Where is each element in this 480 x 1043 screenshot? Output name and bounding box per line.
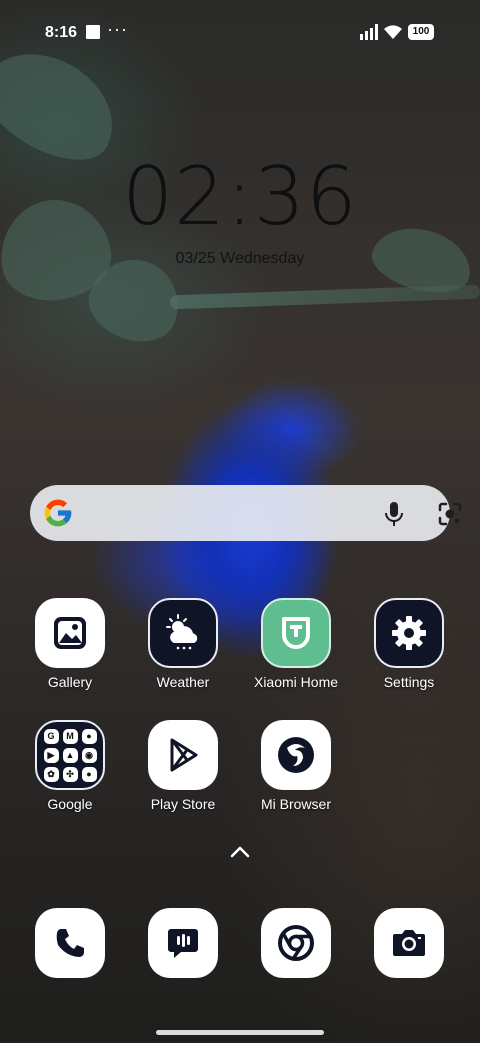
gear-icon xyxy=(374,598,444,668)
app-label: Mi Browser xyxy=(260,796,331,812)
app-label: Weather xyxy=(156,674,210,690)
maps-app-icon: ● xyxy=(81,728,97,744)
chevron-up-icon[interactable] xyxy=(229,845,251,859)
microphone-icon[interactable] xyxy=(382,501,406,527)
app-label: Play Store xyxy=(150,796,216,812)
photos-app-icon: ✿ xyxy=(43,766,59,782)
dock-chrome[interactable] xyxy=(240,908,352,978)
google-g-icon xyxy=(44,499,72,527)
google-folder-icon: G M ● ▶ ▲ ◉ ✿ ✣ ● xyxy=(35,720,105,790)
assistant-app-icon: ✣ xyxy=(62,766,78,782)
app-gallery[interactable]: Gallery xyxy=(14,598,126,690)
app-xiaomi-home[interactable]: Xiaomi Home xyxy=(240,598,352,690)
camera-lens-icon[interactable] xyxy=(437,501,463,527)
app-settings[interactable]: Settings xyxy=(353,598,465,690)
weather-icon xyxy=(148,598,218,668)
notification-square-icon xyxy=(86,25,100,39)
xiaomi-home-icon xyxy=(261,598,331,668)
dock-camera[interactable] xyxy=(353,908,465,978)
mi-browser-icon xyxy=(261,720,331,790)
battery-icon: 100 xyxy=(408,24,434,40)
drive-app-icon: ▲ xyxy=(62,747,78,763)
google-search-bar[interactable] xyxy=(30,485,462,541)
home-indicator[interactable] xyxy=(156,1030,324,1035)
play-store-icon xyxy=(148,720,218,790)
gallery-icon xyxy=(35,598,105,668)
app-weather[interactable]: Weather xyxy=(127,598,239,690)
wifi-icon xyxy=(384,25,402,39)
chrome-icon xyxy=(261,908,331,978)
app-label: Xiaomi Home xyxy=(253,674,339,690)
messages-icon xyxy=(148,908,218,978)
signal-icon xyxy=(360,24,378,40)
youtube-app-icon: ▶ xyxy=(43,747,59,763)
more-notifications-icon: ··· xyxy=(107,19,128,39)
status-bar: 8:16 ··· 100 xyxy=(0,0,480,64)
clock-widget[interactable]: 02:36 xyxy=(0,150,480,243)
folder-google[interactable]: G M ● ▶ ▲ ◉ ✿ ✣ ● Google xyxy=(14,720,126,812)
google-app-icon: G xyxy=(43,728,59,744)
app-mi-browser[interactable]: Mi Browser xyxy=(240,720,352,812)
app-label: Google xyxy=(47,796,93,812)
phone-icon xyxy=(35,908,105,978)
status-time: 8:16 xyxy=(45,24,78,41)
gmail-app-icon: M xyxy=(62,728,78,744)
app-label: Settings xyxy=(383,674,435,690)
date-label: 03/25 Wednesday xyxy=(175,250,305,267)
app-play-store[interactable]: Play Store xyxy=(127,720,239,812)
app-label: Gallery xyxy=(47,674,93,690)
dock-messages[interactable] xyxy=(127,908,239,978)
dock-phone[interactable] xyxy=(14,908,126,978)
meet-app-icon: ◉ xyxy=(81,747,97,763)
contacts-app-icon: ● xyxy=(81,766,97,782)
camera-icon xyxy=(374,908,444,978)
